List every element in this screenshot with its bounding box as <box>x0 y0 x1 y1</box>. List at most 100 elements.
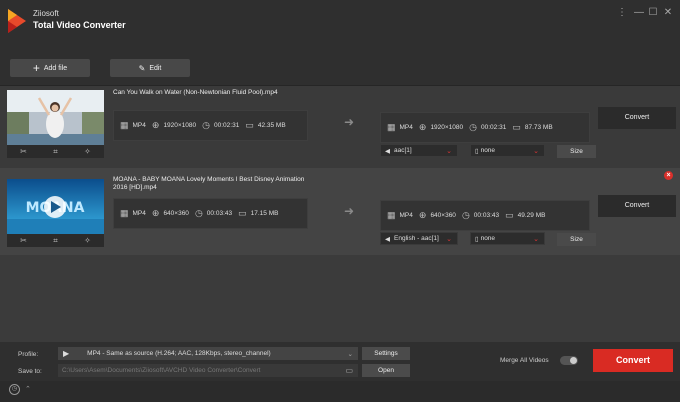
open-button[interactable]: Open <box>362 364 410 377</box>
chevron-down-icon: ⌄ <box>446 235 452 243</box>
source-size: 42.35 MB <box>257 122 286 129</box>
subtitle-icon: ▯ <box>475 235 479 243</box>
arrow-right-icon: ➜ <box>344 115 355 129</box>
audio-select-1[interactable]: ◀ aac[1] ⌄ <box>380 144 458 157</box>
folder-open-icon[interactable]: ▭ <box>345 366 353 375</box>
minimize-icon[interactable]: — <box>632 6 646 20</box>
clock-icon: ◷ <box>461 210 470 220</box>
edit-label: Edit <box>149 64 162 72</box>
source-info-1: ▦ MP4 ⊕ 1920×1080 ◷ 00:02:31 ▭ 42.35 MB <box>113 110 308 141</box>
size-button-1[interactable]: Size <box>557 145 596 158</box>
chevron-up-icon[interactable]: ⌃ <box>25 385 31 393</box>
resolution-icon: ⊕ <box>151 120 160 130</box>
output-duration: 00:02:31 <box>481 124 507 131</box>
source-format: MP4 <box>132 210 146 217</box>
pencil-icon: ✎ <box>138 63 146 73</box>
subtitle-select-2[interactable]: ▯ none ⌄ <box>470 232 545 245</box>
film-icon: ▦ <box>120 208 129 218</box>
history-clock-icon[interactable]: ◷ <box>9 384 20 395</box>
add-file-label: Add file <box>43 64 68 72</box>
speaker-icon: ◀ <box>385 235 390 243</box>
resolution-icon: ⊕ <box>418 210 427 220</box>
source-resolution: 1920×1080 <box>163 122 197 129</box>
crop-icon[interactable]: ⌗ <box>53 147 58 157</box>
subtitle-value: none <box>480 147 496 154</box>
film-icon: ▦ <box>387 210 396 220</box>
video-thumbnail-2[interactable]: MOANA <box>7 179 104 234</box>
speaker-icon: ◀ <box>385 147 390 155</box>
source-size: 17.15 MB <box>250 210 279 217</box>
toggle-knob <box>570 357 577 364</box>
save-path-value: C:\Users\Asem\Documents\Ziiosoft\AVCHD V… <box>62 367 261 374</box>
profile-value: MP4 - Same as source (H.264; AAC, 128Kbp… <box>87 350 271 357</box>
thumb-tools-2: ✂ ⌗ ✧ <box>7 234 104 247</box>
clock-icon: ◷ <box>194 208 203 218</box>
folder-icon: ▭ <box>238 208 247 218</box>
folder-icon: ▭ <box>245 120 254 130</box>
arrow-right-icon: ➜ <box>344 204 355 218</box>
plus-icon: + <box>32 61 40 75</box>
output-info-2: ▦ MP4 ⊕ 640×360 ◷ 00:03:43 ▭ 49.29 MB <box>380 200 590 231</box>
chevron-down-icon: ⌄ <box>446 147 452 155</box>
source-duration: 00:03:43 <box>206 210 233 217</box>
output-resolution: 1920×1080 <box>430 124 464 131</box>
resolution-icon: ⊕ <box>151 208 160 218</box>
save-to-label: Save to: <box>18 368 42 375</box>
menu-icon[interactable]: ⋮ <box>615 6 629 20</box>
resolution-icon: ⊕ <box>418 122 427 132</box>
merge-label: Merge All Videos <box>500 357 549 364</box>
thumb-tools-1: ✂ ⌗ ✧ <box>7 145 104 158</box>
convert-all-button[interactable]: Convert <box>593 349 673 372</box>
audio-value: aac[1] <box>394 147 412 154</box>
profile-select[interactable]: ▶ MP4 - Same as source (H.264; AAC, 128K… <box>58 347 358 360</box>
folder-icon: ▭ <box>512 122 521 132</box>
video-format-icon: ▶ <box>63 349 70 358</box>
convert-button-1[interactable]: Convert <box>598 107 676 129</box>
clock-icon: ◷ <box>202 120 211 130</box>
source-resolution: 640×360 <box>163 210 189 217</box>
subtitle-icon: ▯ <box>475 147 479 155</box>
app-logo-icon <box>8 9 26 33</box>
add-file-button[interactable]: + Add file <box>10 59 90 77</box>
wand-icon[interactable]: ✧ <box>84 236 91 245</box>
scissors-icon[interactable]: ✂ <box>20 147 27 156</box>
profile-label: Profile: <box>18 351 39 358</box>
source-format: MP4 <box>132 122 146 129</box>
crop-icon[interactable]: ⌗ <box>53 236 58 246</box>
output-format: MP4 <box>399 212 413 219</box>
output-format: MP4 <box>399 124 413 131</box>
wand-icon[interactable]: ✧ <box>84 147 91 156</box>
convert-button-2[interactable]: Convert <box>598 195 676 217</box>
audio-select-2[interactable]: ◀ English - aac[1] ⌄ <box>380 232 458 245</box>
edit-button[interactable]: ✎ Edit <box>110 59 190 77</box>
film-icon: ▦ <box>120 120 129 130</box>
chevron-down-icon: ⌄ <box>533 235 539 243</box>
audio-value: English - aac[1] <box>394 235 439 242</box>
output-resolution: 640×360 <box>430 212 456 219</box>
video-thumbnail-1[interactable] <box>7 90 104 145</box>
output-size: 87.73 MB <box>524 124 553 131</box>
brand-name: Ziiosoft <box>33 9 59 18</box>
size-button-2[interactable]: Size <box>557 233 596 246</box>
film-icon: ▦ <box>387 122 396 132</box>
chevron-down-icon: ⌄ <box>533 147 539 155</box>
folder-icon: ▭ <box>505 210 514 220</box>
save-path-field[interactable]: C:\Users\Asem\Documents\Ziiosoft\AVCHD V… <box>58 364 358 377</box>
file-name-1: Can You Walk on Water (Non-Newtonian Flu… <box>113 89 278 96</box>
status-bar <box>0 381 680 402</box>
file-name-2: MOANA - BABY MOANA Lovely Moments I Best… <box>113 176 305 191</box>
toolbar <box>0 50 680 86</box>
clock-icon: ◷ <box>469 122 478 132</box>
subtitle-select-1[interactable]: ▯ none ⌄ <box>470 144 545 157</box>
output-size: 49.29 MB <box>517 212 546 219</box>
source-info-2: ▦ MP4 ⊕ 640×360 ◷ 00:03:43 ▭ 17.15 MB <box>113 198 308 229</box>
subtitle-value: none <box>480 235 496 242</box>
merge-toggle[interactable] <box>560 356 578 365</box>
settings-button[interactable]: Settings <box>362 347 410 360</box>
maximize-icon[interactable]: ☐ <box>646 6 660 20</box>
scissors-icon[interactable]: ✂ <box>20 236 27 245</box>
remove-file-icon[interactable]: × <box>664 171 673 180</box>
source-duration: 00:02:31 <box>214 122 240 129</box>
chevron-down-icon: ⌄ <box>347 350 353 358</box>
close-window-icon[interactable]: ✕ <box>661 6 675 20</box>
